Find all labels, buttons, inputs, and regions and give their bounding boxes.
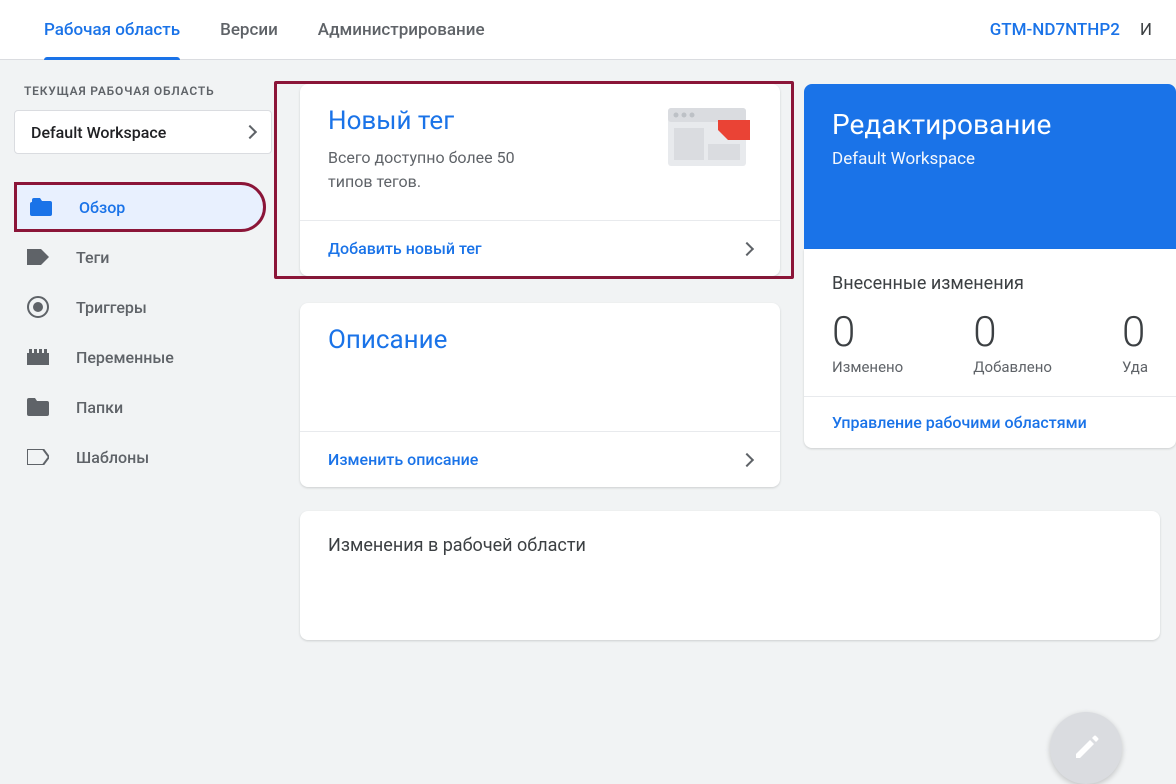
- nav-triggers-label: Триггеры: [76, 298, 147, 317]
- changes-card: Внесенные изменения 0 Изменено 0 Добавле…: [804, 249, 1176, 448]
- editing-subtitle: Default Workspace: [832, 149, 1148, 169]
- variable-icon: [26, 345, 50, 369]
- overview-icon: [29, 195, 53, 219]
- tab-workspace[interactable]: Рабочая область: [24, 0, 200, 60]
- nav-overview-label: Обзор: [79, 198, 125, 217]
- nav-overview[interactable]: Обзор: [14, 182, 266, 232]
- stat-changed-value: 0: [832, 312, 903, 354]
- changes-title: Внесенные изменения: [832, 273, 1148, 294]
- new-tag-subtitle: Всего доступно более 50 типов тегов.: [328, 146, 548, 194]
- tab-versions[interactable]: Версии: [200, 0, 298, 60]
- nav-variables[interactable]: Переменные: [14, 332, 266, 382]
- folder-icon: [26, 395, 50, 419]
- tag-illustration: [662, 102, 752, 172]
- nav-variables-label: Переменные: [76, 348, 174, 367]
- template-icon: [26, 445, 50, 469]
- workspace-selector[interactable]: Default Workspace: [14, 110, 272, 154]
- stat-deleted-value: 0: [1122, 312, 1148, 354]
- fab-button[interactable]: [1050, 712, 1122, 784]
- workspace-name: Default Workspace: [31, 123, 166, 142]
- stat-changed-label: Изменено: [832, 358, 903, 376]
- add-new-tag-label: Добавить новый тег: [328, 239, 482, 258]
- editing-title: Редактирование: [832, 108, 1148, 141]
- stat-changed: 0 Изменено: [832, 312, 903, 376]
- stat-deleted-label: Уда: [1122, 358, 1148, 376]
- edit-description-label: Изменить описание: [328, 450, 478, 469]
- manage-workspaces-link[interactable]: Управление рабочими областями: [832, 413, 1087, 432]
- workspace-label: ТЕКУЩАЯ РАБОЧАЯ ОБЛАСТЬ: [14, 84, 280, 98]
- description-card: Описание Изменить описание: [300, 303, 780, 487]
- nav-folders-label: Папки: [76, 398, 123, 417]
- chevron-right-icon: [740, 452, 754, 466]
- tag-icon: [26, 245, 50, 269]
- edit-icon: [1072, 734, 1100, 762]
- nav-tags-label: Теги: [76, 248, 109, 267]
- nav-folders[interactable]: Папки: [14, 382, 266, 432]
- nav-tags[interactable]: Теги: [14, 232, 266, 282]
- sidebar: ТЕКУЩАЯ РАБОЧАЯ ОБЛАСТЬ Default Workspac…: [0, 60, 280, 664]
- chevron-right-icon: [243, 125, 257, 139]
- description-title: Описание: [328, 325, 752, 355]
- nav-triggers[interactable]: Триггеры: [14, 282, 266, 332]
- nav-templates[interactable]: Шаблоны: [14, 432, 266, 482]
- new-tag-card: Новый тег Всего доступно более 50 типов …: [300, 84, 780, 276]
- chevron-right-icon: [740, 241, 754, 255]
- nav-templates-label: Шаблоны: [76, 448, 149, 467]
- tab-admin[interactable]: Администрирование: [298, 0, 505, 60]
- truncated-menu: И: [1140, 20, 1152, 40]
- stat-added-label: Добавлено: [973, 358, 1052, 376]
- top-tabs: Рабочая область Версии Администрирование…: [0, 0, 1176, 60]
- edit-description-button[interactable]: Изменить описание: [300, 431, 780, 487]
- trigger-icon: [26, 295, 50, 319]
- stat-added-value: 0: [973, 312, 1052, 354]
- highlighted-new-tag-area: Новый тег Всего доступно более 50 типов …: [274, 81, 794, 279]
- editing-card: Редактирование Default Workspace: [804, 84, 1176, 249]
- add-new-tag-button[interactable]: Добавить новый тег: [300, 220, 780, 276]
- stat-deleted: 0 Уда: [1122, 312, 1148, 376]
- container-id-link[interactable]: GTM-ND7NTHP2: [990, 20, 1120, 40]
- stat-added: 0 Добавлено: [973, 312, 1052, 376]
